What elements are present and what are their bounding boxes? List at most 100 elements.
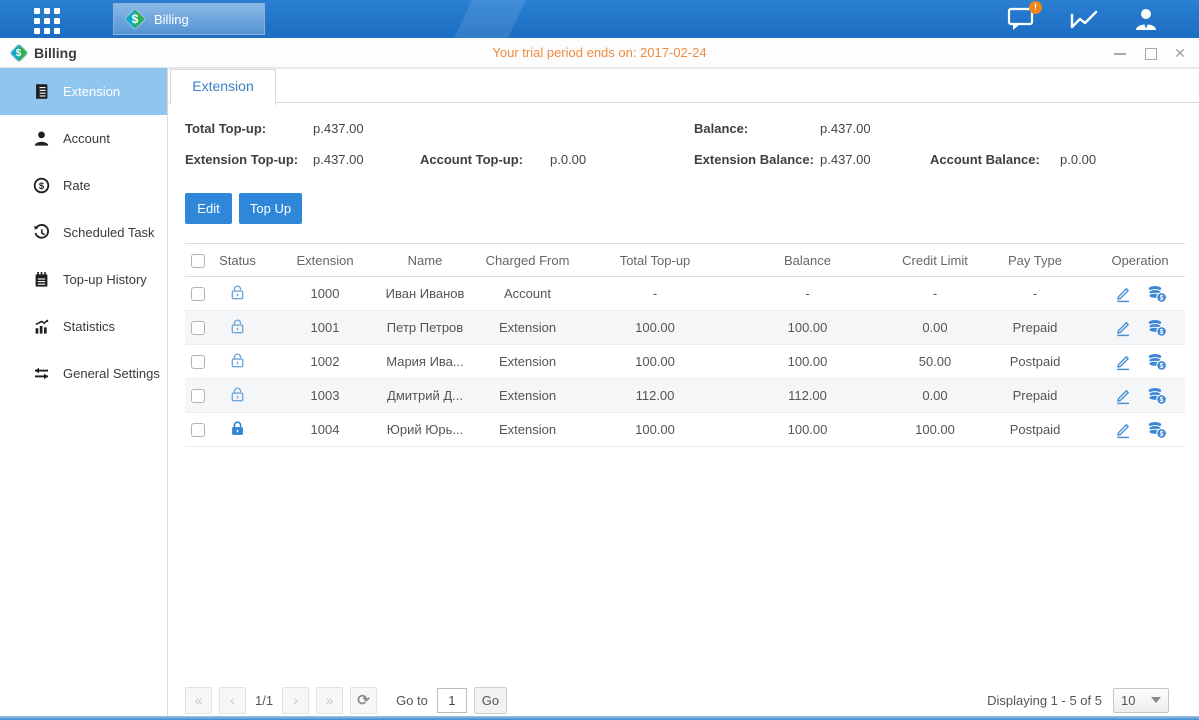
edit-pencil-icon[interactable] (1114, 353, 1132, 371)
top-up-coins-icon[interactable]: $ (1147, 421, 1167, 439)
lock-open-icon (229, 318, 246, 335)
credit-limit: 0.00 (895, 311, 975, 345)
user-account-icon[interactable] (1133, 7, 1159, 32)
total-topup: - (590, 277, 720, 311)
top-up-button[interactable]: Top Up (239, 193, 302, 224)
sidebar-item-scheduled-task[interactable]: Scheduled Task (0, 209, 167, 256)
svg-text:$: $ (1159, 362, 1163, 369)
edit-pencil-icon[interactable] (1114, 285, 1132, 303)
close-button[interactable]: ✕ (1173, 46, 1187, 60)
col-total-topup: Total Top-up (590, 244, 720, 277)
account-balance-value: p.0.00 (1060, 152, 1096, 167)
row-checkbox[interactable] (191, 423, 205, 437)
dollar-coin-icon: $ (33, 177, 50, 194)
svg-text:$: $ (1159, 328, 1163, 335)
window-titlebar: $ Billing Your trial period ends on: 201… (0, 38, 1199, 68)
row-checkbox[interactable] (191, 287, 205, 301)
charged-from: Extension (465, 379, 590, 413)
go-button[interactable]: Go (474, 687, 507, 714)
history-clock-icon (33, 224, 50, 241)
bar-chart-icon (33, 318, 50, 335)
statistics-trend-icon[interactable] (1069, 7, 1099, 32)
edit-pencil-icon[interactable] (1114, 319, 1132, 337)
edit-pencil-icon[interactable] (1114, 421, 1132, 439)
pay-type: Postpaid (975, 345, 1095, 379)
extension-topup-label: Extension Top-up: (185, 152, 298, 167)
tab-extension[interactable]: Extension (170, 69, 276, 105)
sidebar-item-label: Extension (63, 84, 120, 99)
refresh-icon[interactable]: ⟳ (350, 687, 377, 714)
extension-topup-value: p.437.00 (313, 152, 364, 167)
first-page-button[interactable]: « (185, 687, 212, 714)
last-page-button[interactable]: » (316, 687, 343, 714)
total-topup-value: p.437.00 (313, 121, 364, 136)
extension-number: 1000 (265, 277, 385, 311)
extension-balance-value: p.437.00 (820, 152, 871, 167)
sidebar-item-rate[interactable]: $ Rate (0, 162, 167, 209)
sidebar-item-extension[interactable]: Extension (0, 68, 167, 115)
billing-diamond-icon: $ (125, 9, 145, 29)
table-row: 1001 Петр Петров Extension 100.00 100.00… (185, 311, 1185, 345)
page-indicator: 1/1 (255, 693, 273, 708)
edit-pencil-icon[interactable] (1114, 387, 1132, 405)
goto-page-input[interactable] (437, 688, 467, 713)
ledger-icon (33, 83, 50, 100)
notification-badge: ! (1029, 1, 1042, 14)
billing-app-window: $ Billing ! (0, 0, 1199, 720)
sidebar-item-label: Top-up History (63, 272, 147, 287)
balance-value: p.437.00 (820, 121, 871, 136)
sidebar: Extension Account $ Rate Scheduled Task (0, 68, 168, 720)
lock-closed-icon (229, 420, 246, 437)
top-up-coins-icon[interactable]: $ (1147, 353, 1167, 371)
taskbar: $ Billing ! (0, 0, 1199, 38)
row-checkbox[interactable] (191, 355, 205, 369)
col-balance: Balance (720, 244, 895, 277)
col-status: Status (210, 244, 265, 277)
col-extension: Extension (265, 244, 385, 277)
taskbar-app-tab-billing[interactable]: $ Billing (113, 3, 265, 35)
prev-page-button[interactable]: ‹ (219, 687, 246, 714)
total-topup: 100.00 (590, 413, 720, 447)
sidebar-item-label: Statistics (63, 319, 115, 334)
balance: - (720, 277, 895, 311)
maximize-button[interactable] (1143, 46, 1157, 60)
lock-open-icon (229, 352, 246, 369)
row-checkbox[interactable] (191, 321, 205, 335)
extension-balance-label: Extension Balance: (694, 152, 814, 167)
top-up-coins-icon[interactable]: $ (1147, 285, 1167, 303)
pay-type: Postpaid (975, 413, 1095, 447)
edit-button[interactable]: Edit (185, 193, 232, 224)
page-size-value: 10 (1121, 693, 1151, 708)
sidebar-item-label: Scheduled Task (63, 225, 155, 240)
svg-text:$: $ (39, 181, 45, 192)
charged-from: Extension (465, 311, 590, 345)
sidebar-item-statistics[interactable]: Statistics (0, 303, 167, 350)
charged-from: Extension (465, 345, 590, 379)
minimize-button[interactable] (1113, 46, 1127, 60)
balance: 100.00 (720, 413, 895, 447)
row-checkbox[interactable] (191, 389, 205, 403)
page-size-select[interactable]: 10 (1113, 688, 1169, 713)
top-up-coins-icon[interactable]: $ (1147, 387, 1167, 405)
extension-name: Иван Иванов (385, 277, 465, 311)
credit-limit: - (895, 277, 975, 311)
app-launcher-grid-icon[interactable] (34, 8, 71, 30)
next-page-button[interactable]: › (282, 687, 309, 714)
svg-text:$: $ (1159, 294, 1163, 301)
total-topup: 100.00 (590, 345, 720, 379)
sidebar-item-general-settings[interactable]: General Settings (0, 350, 167, 397)
notifications-chat-icon[interactable]: ! (1007, 7, 1035, 32)
sidebar-item-account[interactable]: Account (0, 115, 167, 162)
extensions-table: Status Extension Name Charged From Total… (185, 243, 1185, 447)
credit-limit: 100.00 (895, 413, 975, 447)
credit-limit: 50.00 (895, 345, 975, 379)
col-name: Name (385, 244, 465, 277)
top-up-coins-icon[interactable]: $ (1147, 319, 1167, 337)
billing-diamond-icon-small: $ (10, 45, 27, 62)
sidebar-item-topup-history[interactable]: Top-up History (0, 256, 167, 303)
col-credit-limit: Credit Limit (895, 244, 975, 277)
col-operation: Operation (1095, 244, 1185, 277)
select-all-checkbox[interactable] (191, 254, 205, 268)
sidebar-item-label: Rate (63, 178, 90, 193)
displaying-status: Displaying 1 - 5 of 5 (987, 693, 1102, 708)
